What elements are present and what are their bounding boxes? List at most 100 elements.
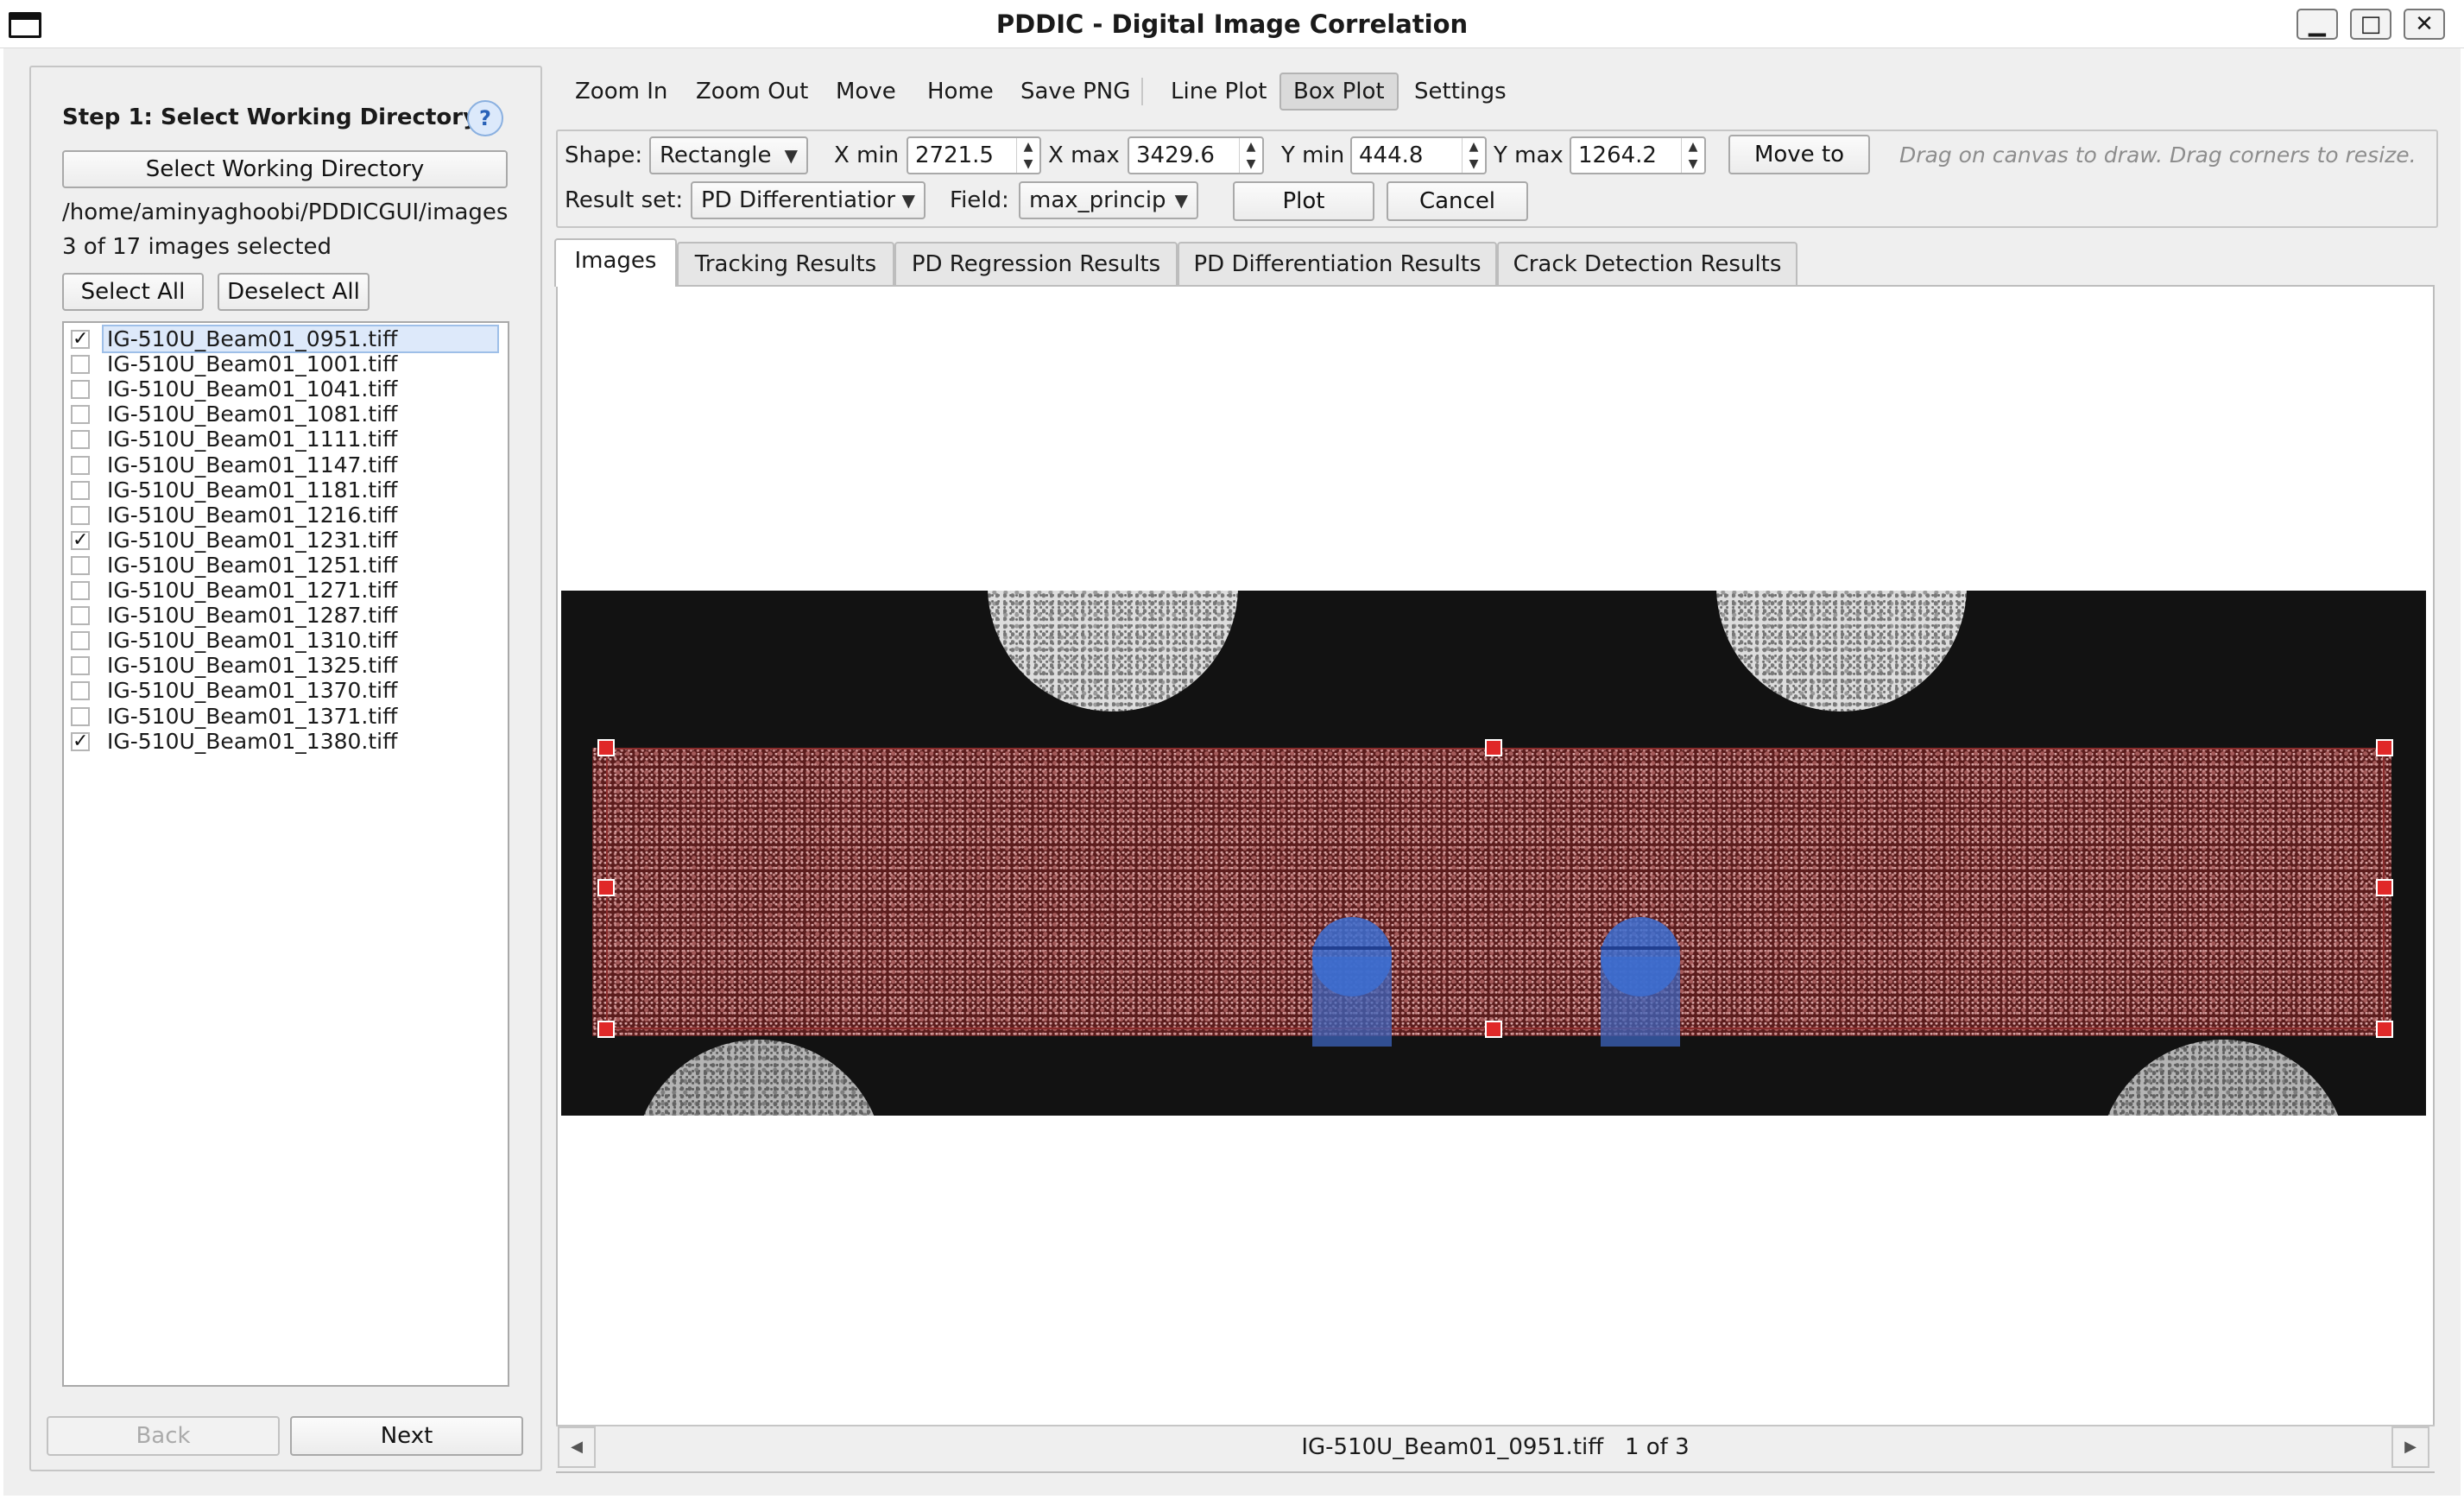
- support-marker-left: [1312, 917, 1392, 1047]
- y-min-input[interactable]: 444.8 ▲ ▼: [1350, 136, 1487, 174]
- line-plot-button[interactable]: Line Plot: [1159, 73, 1279, 111]
- move-to-button[interactable]: Move to: [1728, 135, 1870, 174]
- list-item[interactable]: ✓ IG-510U_Beam01_1380.tiff: [64, 729, 508, 754]
- back-button[interactable]: Back: [47, 1416, 280, 1456]
- spin-arrows-icon[interactable]: ▲ ▼: [1239, 138, 1262, 173]
- file-name: IG-510U_Beam01_1147.tiff: [107, 452, 398, 478]
- tab-tracking-results[interactable]: Tracking Results: [677, 242, 894, 285]
- deselect-all-button[interactable]: Deselect All: [218, 273, 370, 311]
- file-checkbox[interactable]: [71, 480, 90, 500]
- file-checkbox[interactable]: [71, 430, 90, 450]
- file-name: IG-510U_Beam01_1310.tiff: [107, 628, 398, 654]
- field-value: max_princip: [1029, 187, 1166, 213]
- roi-handle-top-middle[interactable]: [1485, 739, 1502, 756]
- roi-handle-bottom-left[interactable]: [597, 1021, 615, 1038]
- image-file-list[interactable]: ✓ IG-510U_Beam01_0951.tiff IG-510U_Beam01_…: [62, 321, 509, 1387]
- file-name: IG-510U_Beam01_1041.tiff: [107, 376, 398, 402]
- file-checkbox[interactable]: [71, 631, 90, 651]
- file-checkbox[interactable]: [71, 380, 90, 400]
- file-checkbox[interactable]: [71, 656, 90, 676]
- file-name: IG-510U_Beam01_1271.tiff: [107, 578, 398, 603]
- zoom-in-button[interactable]: Zoom In: [563, 73, 679, 111]
- list-item[interactable]: IG-510U_Beam01_1001.tiff: [64, 351, 508, 376]
- list-item[interactable]: IG-510U_Beam01_1310.tiff: [64, 628, 508, 653]
- field-select[interactable]: max_princip ▼: [1019, 181, 1198, 219]
- list-item[interactable]: IG-510U_Beam01_1216.tiff: [64, 503, 508, 528]
- file-checkbox[interactable]: [71, 405, 90, 425]
- move-button[interactable]: Move: [824, 73, 908, 111]
- file-checkbox[interactable]: [71, 505, 90, 525]
- list-item[interactable]: IG-510U_Beam01_1041.tiff: [64, 376, 508, 402]
- maximize-button[interactable]: □: [2350, 9, 2391, 40]
- x-max-input[interactable]: 3429.6 ▲ ▼: [1128, 136, 1264, 174]
- roi-handle-middle-right[interactable]: [2376, 879, 2393, 896]
- file-checkbox[interactable]: [71, 555, 90, 575]
- roi-handle-bottom-middle[interactable]: [1485, 1021, 1502, 1038]
- tab-pd-regression-results[interactable]: PD Regression Results: [894, 242, 1178, 285]
- directory-path: /home/aminyaghoobi/PDDICGUI/images: [62, 199, 509, 225]
- file-checkbox[interactable]: ✓: [71, 330, 90, 349]
- y-min-label: Y min: [1281, 142, 1345, 168]
- list-item[interactable]: IG-510U_Beam01_1251.tiff: [64, 553, 508, 578]
- list-item[interactable]: IG-510U_Beam01_1081.tiff: [64, 402, 508, 427]
- file-name: IG-510U_Beam01_1325.tiff: [107, 653, 398, 679]
- next-image-icon[interactable]: ▶: [2391, 1426, 2429, 1468]
- file-checkbox[interactable]: [71, 355, 90, 375]
- spin-arrows-icon[interactable]: ▲ ▼: [1016, 138, 1039, 173]
- file-name: IG-510U_Beam01_1380.tiff: [107, 728, 398, 754]
- file-checkbox[interactable]: [71, 581, 90, 600]
- tab-images[interactable]: Images: [554, 238, 677, 287]
- file-checkbox[interactable]: ✓: [71, 530, 90, 550]
- x-min-value: 2721.5: [915, 142, 994, 168]
- save-png-button[interactable]: Save PNG: [1008, 73, 1142, 111]
- file-checkbox[interactable]: ✓: [71, 731, 90, 751]
- home-button[interactable]: Home: [915, 73, 1006, 111]
- roi-handle-bottom-right[interactable]: [2376, 1021, 2393, 1038]
- list-item[interactable]: IG-510U_Beam01_1111.tiff: [64, 427, 508, 452]
- file-checkbox[interactable]: [71, 681, 90, 701]
- settings-button[interactable]: Settings: [1402, 73, 1519, 111]
- roi-handle-top-left[interactable]: [597, 739, 615, 756]
- select-working-directory-button[interactable]: Select Working Directory: [62, 150, 508, 188]
- file-name: IG-510U_Beam01_1081.tiff: [107, 402, 398, 427]
- field-label: Field:: [950, 187, 1009, 213]
- x-min-input[interactable]: 2721.5 ▲ ▼: [907, 136, 1041, 174]
- draw-hint: Drag on canvas to draw. Drag corners to …: [1899, 142, 2417, 168]
- result-set-value: PD Differentiatior: [701, 187, 896, 213]
- help-icon[interactable]: ?: [467, 100, 503, 136]
- close-button[interactable]: ✕: [2404, 9, 2445, 40]
- plot-button[interactable]: Plot: [1233, 181, 1374, 221]
- list-item[interactable]: IG-510U_Beam01_1181.tiff: [64, 478, 508, 503]
- file-checkbox[interactable]: [71, 706, 90, 726]
- roi-handle-top-right[interactable]: [2376, 739, 2393, 756]
- list-item[interactable]: IG-510U_Beam01_1271.tiff: [64, 578, 508, 603]
- list-item[interactable]: IG-510U_Beam01_1371.tiff: [64, 704, 508, 729]
- file-name: IG-510U_Beam01_1251.tiff: [107, 552, 398, 578]
- list-item[interactable]: IG-510U_Beam01_1325.tiff: [64, 653, 508, 678]
- file-checkbox[interactable]: [71, 606, 90, 626]
- y-max-input[interactable]: 1264.2 ▲ ▼: [1570, 136, 1706, 174]
- roi-handle-middle-left[interactable]: [597, 879, 615, 896]
- roi-rectangle[interactable]: [606, 748, 2385, 1029]
- tab-pd-differentiation-results[interactable]: PD Differentiation Results: [1178, 242, 1497, 285]
- current-filename: IG-510U_Beam01_0951.tiff: [1301, 1434, 1604, 1460]
- list-item[interactable]: IG-510U_Beam01_1370.tiff: [64, 678, 508, 703]
- list-item[interactable]: IG-510U_Beam01_1287.tiff: [64, 603, 508, 628]
- cancel-button[interactable]: Cancel: [1387, 181, 1528, 221]
- file-checkbox[interactable]: [71, 455, 90, 475]
- bottom-support-roller-right: [2098, 1040, 2348, 1116]
- box-plot-button[interactable]: Box Plot: [1279, 73, 1399, 111]
- list-item[interactable]: ✓ IG-510U_Beam01_1231.tiff: [64, 528, 508, 553]
- spin-arrows-icon[interactable]: ▲ ▼: [1462, 138, 1485, 173]
- tab-crack-detection-results[interactable]: Crack Detection Results: [1497, 242, 1797, 285]
- list-item[interactable]: ✓ IG-510U_Beam01_0951.tiff: [64, 325, 508, 353]
- file-name: IG-510U_Beam01_0951.tiff: [102, 325, 499, 353]
- shape-select[interactable]: Rectangle ▼: [649, 136, 808, 174]
- next-button[interactable]: Next: [290, 1416, 523, 1456]
- zoom-out-button[interactable]: Zoom Out: [684, 73, 820, 111]
- list-item[interactable]: IG-510U_Beam01_1147.tiff: [64, 452, 508, 478]
- spin-arrows-icon[interactable]: ▲ ▼: [1681, 138, 1704, 173]
- minimize-button[interactable]: ▁: [2297, 9, 2338, 40]
- result-set-select[interactable]: PD Differentiatior ▼: [691, 181, 926, 219]
- select-all-button[interactable]: Select All: [62, 273, 204, 311]
